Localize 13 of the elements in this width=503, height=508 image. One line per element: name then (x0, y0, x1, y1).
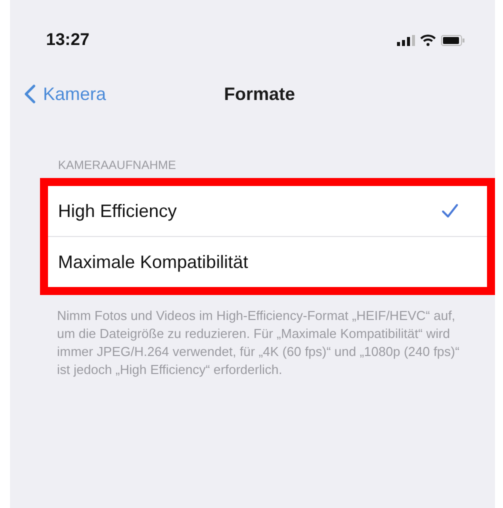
signal-icon (397, 34, 415, 46)
section-header: KAMERAAUFNAHME (58, 158, 178, 172)
chevron-left-icon (24, 84, 36, 104)
page-title: Formate (224, 84, 295, 104)
battery-icon (441, 34, 465, 46)
option-row[interactable]: Maximale Kompatibilität (48, 237, 487, 287)
wifi-icon (420, 34, 436, 46)
option-row[interactable]: High Efficiency (48, 186, 487, 237)
status-time: 13:27 (46, 30, 90, 50)
checkmark-icon (441, 203, 459, 219)
option-label: Maximale Kompatibilität (58, 252, 248, 272)
option-label: High Efficiency (58, 200, 177, 222)
section-footer: Nimm Fotos und Videos im High-Efficiency-Format „HEIF/HEVC“ auf, um die Dateigröße zu reduzieren. Für „Maximale Kompatibilität“ wird immer JPEG/H.264 verwendet, für „4K (60 fps)“ und „1080p (240 fps)“ ist jedoch „High Efficiency“ erforderlich. (57, 307, 462, 379)
